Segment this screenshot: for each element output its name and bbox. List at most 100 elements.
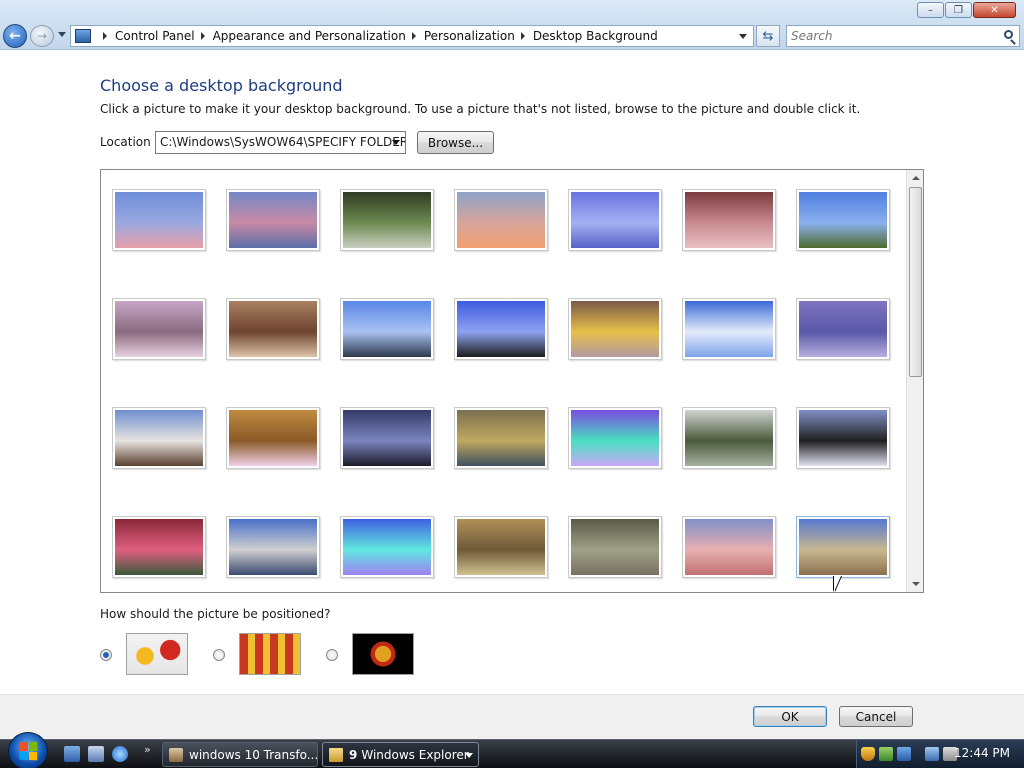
restore-button[interactable]: ❐ [945,2,972,18]
breadcrumb-arrow-icon[interactable] [103,32,107,40]
wallpaper-thumbnail-dry-reeds-blue-sky[interactable] [796,516,890,578]
wallpaper-thumbnail-blue-light-rays[interactable] [340,516,434,578]
scroll-up-icon[interactable] [912,176,920,180]
wallpaper-thumbnail-daffodil[interactable] [568,298,662,360]
breadcrumb-arrow-icon[interactable] [411,32,416,40]
wallpaper-image [457,301,545,357]
wallpaper-thumbnail-branches-blue[interactable] [454,298,548,360]
folder-icon [329,747,343,762]
wallpaper-image [343,192,431,248]
wallpaper-thumbnail-blue-white-clouds[interactable] [682,298,776,360]
group-dropdown-icon[interactable] [465,753,473,758]
network-share-icon[interactable] [897,747,911,761]
gallery-scrollbar[interactable] [906,170,923,592]
location-dropdown[interactable]: C:\Windows\SysWOW64\SPECIFY FOLDER\ [155,131,406,154]
wallpaper-thumbnail-pink-dusk-sky[interactable] [226,189,320,251]
wallpaper-thumbnail-reeds-water[interactable] [454,407,548,469]
breadcrumb-personalization[interactable]: Personalization [424,29,515,43]
program-icon [169,747,183,762]
wallpaper-thumbnail-tree-bark[interactable] [226,298,320,360]
back-button[interactable]: ← [3,24,27,48]
wallpaper-thumbnail-green-ivy-bushes[interactable] [340,189,434,251]
wallpaper-thumbnail-tree-moon-blue[interactable] [340,298,434,360]
internet-explorer-icon[interactable] [112,746,128,762]
wallpaper-image [343,519,431,575]
wallpaper-thumbnail-pink-blossom[interactable] [682,189,776,251]
wallpaper-image [115,301,203,357]
page-instructions: Click a picture to make it your desktop … [100,102,861,116]
page-title: Choose a desktop background [100,76,343,95]
position-preview-tile[interactable] [239,633,301,675]
wallpaper-image [571,519,659,575]
position-preview-center[interactable] [352,633,414,675]
location-value: C:\Windows\SysWOW64\SPECIFY FOLDER\ [160,135,406,149]
breadcrumb-arrow-icon[interactable] [520,32,525,40]
close-icon: ✕ [990,4,999,16]
wallpaper-thumbnail-green-field-blue-sky[interactable] [796,189,890,251]
wallpaper-image [229,519,317,575]
position-radio-tile[interactable] [213,649,225,661]
wallpaper-thumbnail-red-berries[interactable] [112,516,206,578]
breadcrumb-arrow-icon[interactable] [200,32,205,40]
security-shield-icon[interactable] [861,747,875,761]
wallpaper-thumbnail-purple-light-streaks[interactable] [568,407,662,469]
network-icon[interactable] [925,747,939,761]
quick-launch-more[interactable]: » [144,743,151,756]
wallpaper-image [457,192,545,248]
location-label: Location [100,135,151,149]
breadcrumb-control-panel[interactable]: Control Panel [115,29,195,43]
forward-button[interactable]: → [30,25,54,47]
wallpaper-thumbnail-daisy-dry-grass[interactable] [226,407,320,469]
wallpaper-thumbnail-purple-lake[interactable] [796,298,890,360]
wallpaper-thumbnail-birch-tree-pink[interactable] [112,298,206,360]
clock[interactable]: 12:44 PM [954,746,1010,760]
wallpaper-thumbnail-dark-branches-sky[interactable] [340,407,434,469]
wallpaper-thumbnail-pink-horizon[interactable] [682,516,776,578]
wallpaper-image [571,192,659,248]
wallpaper-image [457,519,545,575]
window-titlebar: – ❐ ✕ [0,0,1024,22]
update-icon[interactable] [879,747,893,761]
wallpaper-image [457,410,545,466]
wallpaper-image [685,192,773,248]
address-dropdown-icon[interactable] [739,34,747,39]
recent-pages-dropdown[interactable] [58,32,66,37]
wallpaper-thumbnail-dry-trees-water[interactable] [454,516,548,578]
taskbar: » windows 10 Transfo... 9 Windows Explor… [0,732,1024,768]
search-input[interactable] [787,26,987,46]
wallpaper-image [799,301,887,357]
wallpaper-thumbnail-tree-sun-blue[interactable] [796,407,890,469]
refresh-button[interactable]: ⇆ [756,25,780,47]
taskbar-item-windows-explorer[interactable]: 9 Windows Explorer [322,742,479,767]
wallpaper-thumbnail-shallow-water[interactable] [568,516,662,578]
breadcrumb-appearance[interactable]: Appearance and Personalization [213,29,406,43]
scrollbar-thumb[interactable] [909,187,922,377]
switch-windows-icon[interactable] [88,746,104,762]
close-button[interactable]: ✕ [973,2,1016,18]
position-radio-fit-to-screen[interactable] [100,649,112,661]
cancel-button[interactable]: Cancel [839,706,913,727]
taskbar-item-windows-10[interactable]: windows 10 Transfo... [162,742,318,767]
wallpaper-thumbnail-blue-sky-pink-clouds[interactable] [112,189,206,251]
window-count: 9 [349,747,358,762]
position-radio-center[interactable] [326,649,338,661]
taskbar-item-label: Windows Explorer [361,747,469,762]
wallpaper-thumbnail-lake-trees[interactable] [226,516,320,578]
ok-button[interactable]: OK [753,706,827,727]
search-box[interactable] [786,25,1020,47]
refresh-icon: ⇆ [762,28,774,44]
wallpaper-thumbnail-white-blossom-tree[interactable] [682,407,776,469]
wallpaper-image [571,301,659,357]
search-icon[interactable] [1004,30,1013,39]
position-preview-fit-to-screen[interactable] [126,633,188,675]
scroll-down-icon[interactable] [912,582,920,586]
wallpaper-thumbnail-white-blossom-branch[interactable] [112,407,206,469]
browse-button[interactable]: Browse... [417,131,494,154]
wallpaper-thumbnail-bare-tree-sunset[interactable] [454,189,548,251]
start-button[interactable] [8,732,48,768]
minimize-button[interactable]: – [917,2,944,18]
address-bar[interactable]: Control Panel Appearance and Personaliza… [70,25,754,47]
breadcrumb-desktop-background[interactable]: Desktop Background [533,29,658,43]
wallpaper-thumbnail-tree-purple-sky[interactable] [568,189,662,251]
show-desktop-icon[interactable] [64,746,80,762]
